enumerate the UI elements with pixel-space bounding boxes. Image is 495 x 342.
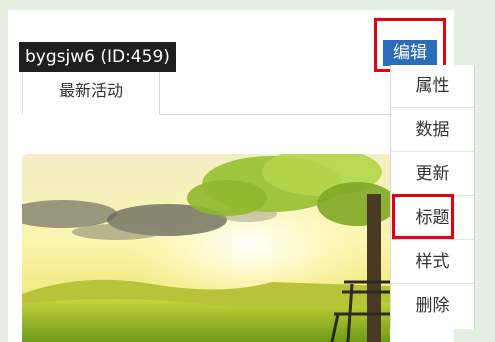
user-id-label: bygsjw6 (ID:459) [19,42,176,72]
tab-strip-divider [158,114,390,115]
menu-item-data[interactable]: 数据 [391,109,474,152]
menu-item-properties[interactable]: 属性 [391,65,474,108]
edit-button[interactable]: 编辑 [383,40,437,66]
menu-item-delete[interactable]: 删除 [391,285,474,328]
title-item-highlight [392,194,454,239]
landscape-image [22,154,390,342]
tab-latest-activity[interactable]: 最新活动 [22,72,160,115]
edit-button-highlight: 编辑 [374,18,446,72]
menu-item-style[interactable]: 样式 [391,241,474,284]
menu-item-update[interactable]: 更新 [391,153,474,196]
